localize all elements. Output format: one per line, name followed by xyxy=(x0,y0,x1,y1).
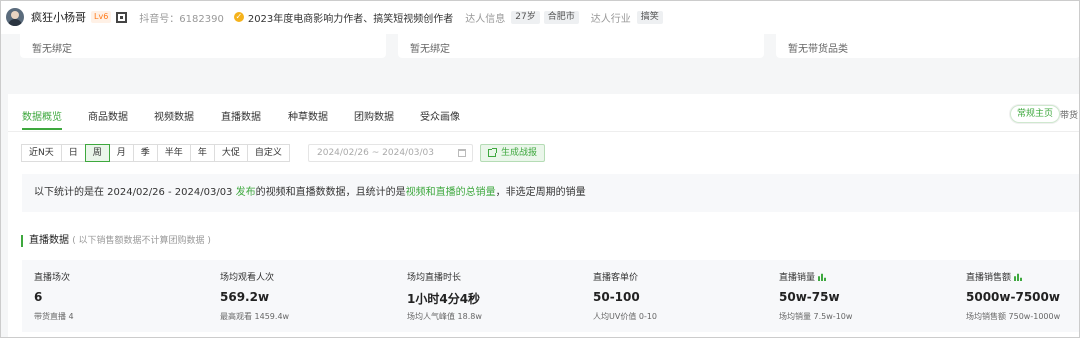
stat-value: 50w-75w xyxy=(779,290,840,304)
filter-week[interactable]: 周 xyxy=(84,144,110,162)
stat-value: 50-100 xyxy=(593,290,640,304)
influencer-info-label: 达人信息 xyxy=(465,13,506,25)
stat-value: 569.2w xyxy=(220,290,270,304)
notice-text: 以下统计的是在 2024/02/26 - 2024/03/03 xyxy=(34,187,236,198)
stat-label-row: 直播销售额 xyxy=(966,270,1024,283)
tab-seeding[interactable]: 种草数据 xyxy=(288,108,328,123)
stat-label: 直播销量 xyxy=(779,273,816,283)
industry-label: 达人行业 xyxy=(590,13,631,25)
stat-label-row: 直播销量 xyxy=(779,270,828,283)
filter-year[interactable]: 年 xyxy=(189,144,215,162)
stat-label: 直播客单价 xyxy=(593,273,639,283)
stat-sub: 场均销售额 750w-1000w xyxy=(966,312,1061,321)
date-range-picker[interactable]: 2024/02/26 ~ 2024/03/03 xyxy=(308,144,473,162)
level-badge: Lv6 xyxy=(91,11,112,23)
stat-value: 1小时4分4秒 xyxy=(407,292,481,306)
main-panel: 数据概览 商品数据 视频数据 直播数据 种草数据 团购数据 受众画像 常规主页 … xyxy=(8,94,1080,338)
stat-sub: 人均UV价值 0-10 xyxy=(593,312,658,321)
mode-regular-button[interactable]: 常规主页 xyxy=(1010,105,1061,123)
notice-highlight: 发布 xyxy=(235,187,256,198)
notice-text: 的视频和直播数数据，且统计的是 xyxy=(255,187,406,198)
section-note: ( 以下销售额数据不计算团购数据 ) xyxy=(72,236,211,246)
bar-chart-icon[interactable] xyxy=(1014,273,1024,281)
profile-header: 疯狂小杨哥 Lv6 抖音号：6182390 ✓ 2023年度电商影响力作者、搞笑… xyxy=(0,0,1080,34)
bar-chart-icon[interactable] xyxy=(818,273,828,281)
stat-sub: 场均人气峰值 18.8w xyxy=(407,312,482,321)
stat-label: 场均直播时长 xyxy=(407,273,462,283)
filter-quarter[interactable]: 季 xyxy=(132,144,158,162)
period-filter: 近N天 日 周 月 季 半年 年 大促 自定义 xyxy=(21,144,290,162)
filter-day[interactable]: 日 xyxy=(60,144,86,162)
stat-label: 直播场次 xyxy=(34,273,71,283)
stats-notice: 以下统计的是在 2024/02/26 - 2024/03/03 发布的视频和直播… xyxy=(22,174,1080,212)
category-card: 暂无带货品类 xyxy=(776,34,1080,58)
filter-promotion[interactable]: 大促 xyxy=(213,144,248,162)
date-range-text: 2024/02/26 ~ 2024/03/03 xyxy=(317,148,435,158)
external-link-icon xyxy=(488,148,497,157)
avatar[interactable] xyxy=(6,8,24,26)
calendar-icon xyxy=(458,149,466,157)
generate-report-label: 生成战报 xyxy=(501,148,538,158)
section-title: 直播数据 ( 以下销售额数据不计算团购数据 ) xyxy=(21,235,211,247)
tab-live[interactable]: 直播数据 xyxy=(221,108,261,123)
bind-card: 暂无绑定 xyxy=(398,34,764,58)
age-chip: 27岁 xyxy=(511,10,540,24)
stat-sub: 带货直播 4 xyxy=(34,312,74,321)
stat-sub: 场均销量 7.5w-10w xyxy=(779,312,853,321)
honor-text: 2023年度电商影响力作者、搞笑短视频创作者 xyxy=(247,13,454,25)
stat-value: 6 xyxy=(34,290,43,304)
bind-card: 暂无绑定 xyxy=(20,34,386,58)
city-chip: 合肥市 xyxy=(543,10,579,24)
tab-bar: 数据概览 商品数据 视频数据 直播数据 种草数据 团购数据 受众画像 常规主页 … xyxy=(8,94,1080,132)
stat-label: 直播销售额 xyxy=(966,273,1012,283)
douyin-id: 抖音号：6182390 xyxy=(139,13,224,25)
notice-highlight: 视频和直播的总销量 xyxy=(405,187,496,198)
live-stats-panel: 直播场次 6 带货直播 4 场均观看人次 569.2w 最高观看 1459.4w… xyxy=(22,260,1080,332)
tab-group-buy[interactable]: 团购数据 xyxy=(354,108,394,123)
filter-half-year[interactable]: 半年 xyxy=(156,144,191,162)
stat-sub: 最高观看 1459.4w xyxy=(220,312,290,321)
industry-chip: 搞笑 xyxy=(636,10,663,24)
filter-recent-n-days[interactable]: 近N天 xyxy=(21,144,62,162)
notice-text: ，非选定周期的销量 xyxy=(495,187,586,198)
tab-videos[interactable]: 视频数据 xyxy=(154,108,194,123)
mode-sales-button[interactable]: 带货 xyxy=(1060,108,1078,121)
generate-report-button[interactable]: 生成战报 xyxy=(480,144,546,162)
tab-audience[interactable]: 受众画像 xyxy=(420,108,460,123)
section-gap xyxy=(0,78,1080,94)
stat-label: 场均观看人次 xyxy=(220,273,275,283)
tab-products[interactable]: 商品数据 xyxy=(88,108,128,123)
verified-badge-icon: ✓ xyxy=(233,12,244,22)
filter-month[interactable]: 月 xyxy=(108,144,134,162)
section-title-text: 直播数据 xyxy=(29,235,69,246)
filter-custom[interactable]: 自定义 xyxy=(246,144,290,162)
username[interactable]: 疯狂小杨哥 xyxy=(31,9,86,25)
bind-cards: 暂无绑定 暂无绑定 暂无带货品类 xyxy=(0,34,1080,78)
qr-code-icon[interactable] xyxy=(116,11,128,23)
tab-overview[interactable]: 数据概览 xyxy=(22,108,62,130)
stat-value: 5000w-7500w xyxy=(966,290,1060,304)
